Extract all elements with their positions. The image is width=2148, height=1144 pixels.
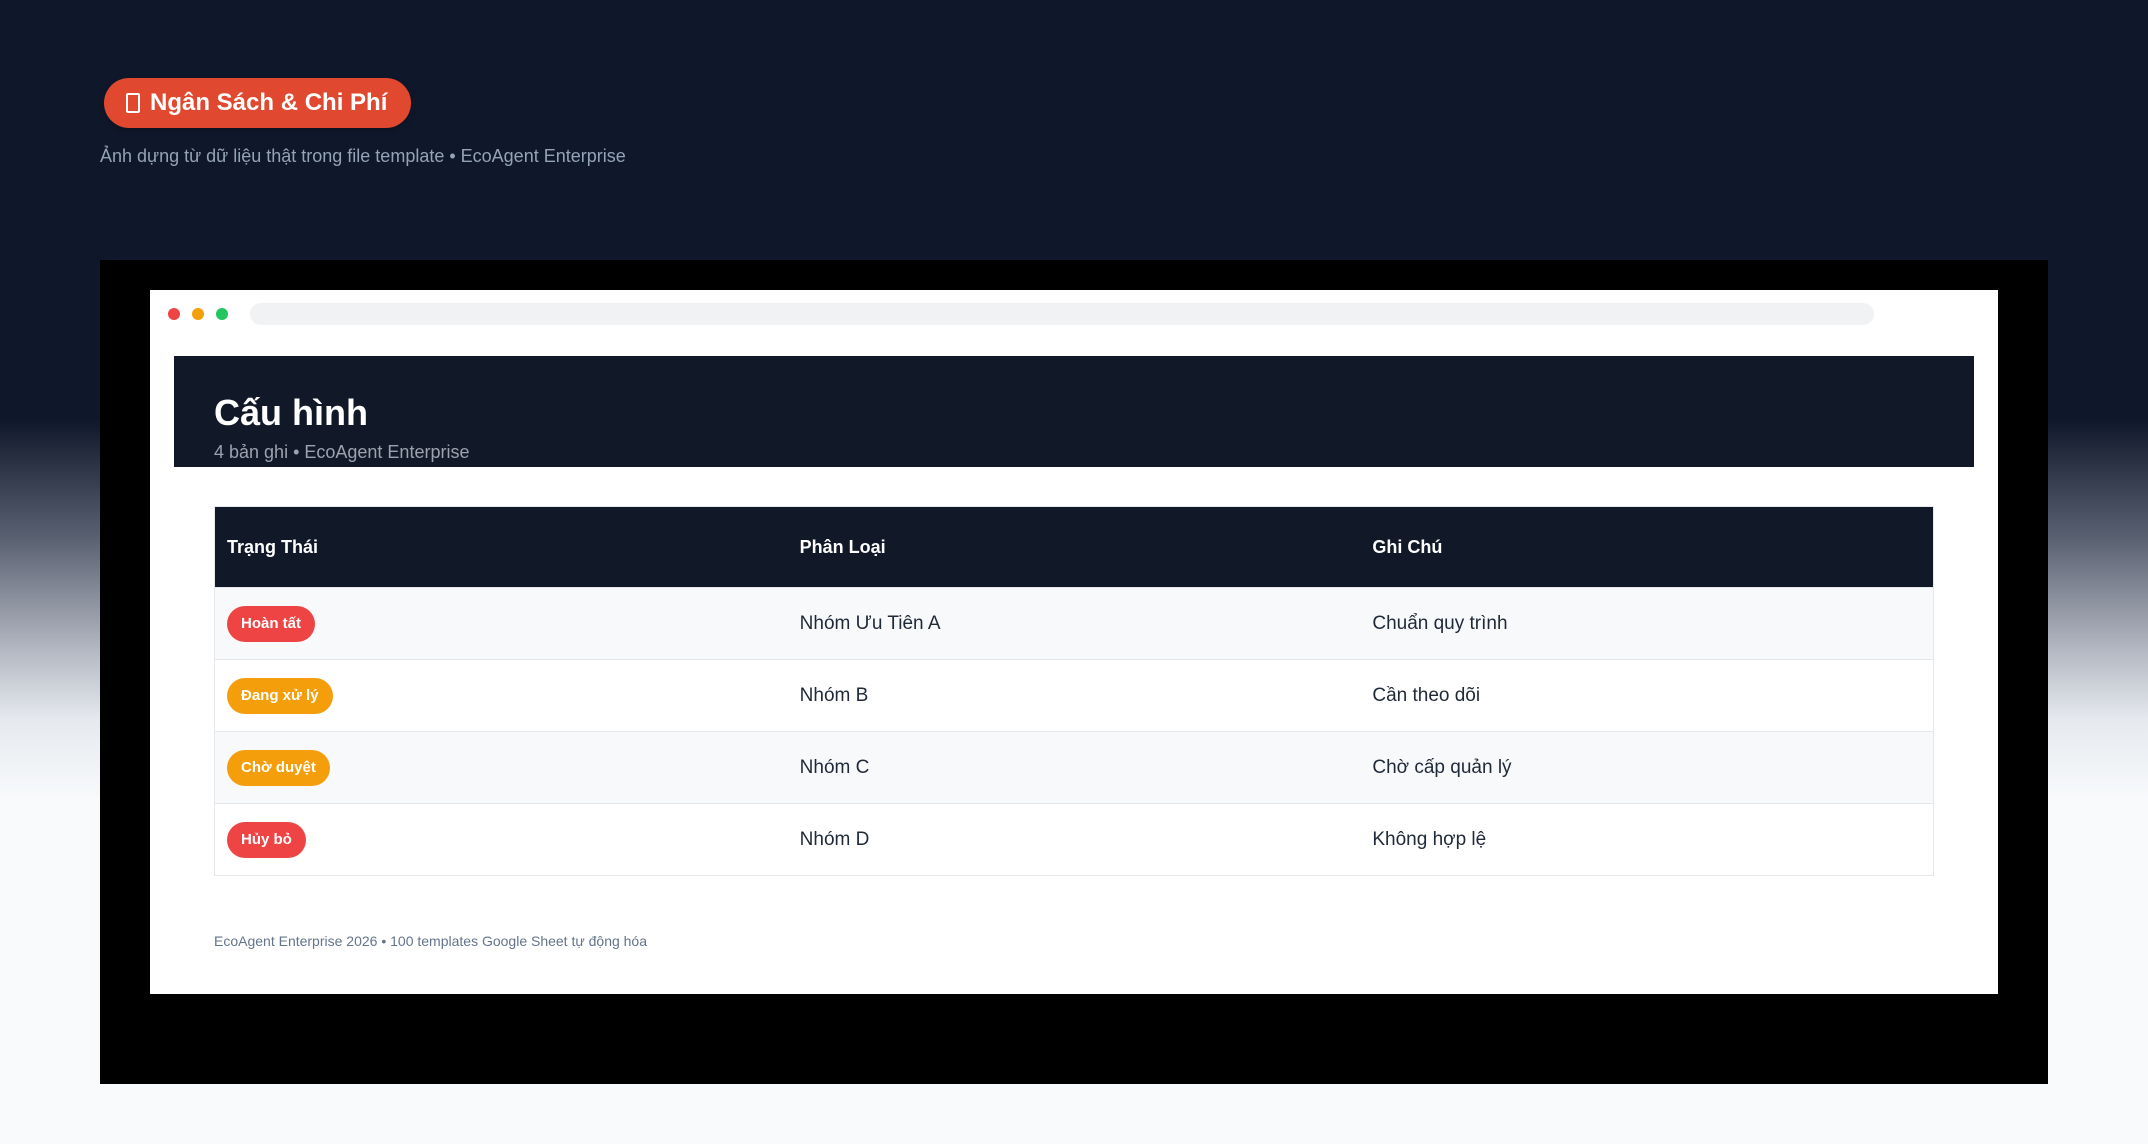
document-icon	[126, 93, 140, 113]
note-cell: Chuẩn quy trình	[1372, 612, 1508, 634]
sheet-title: Cấu hình	[214, 392, 368, 433]
data-table: Trạng Thái Phân Loại Ghi Chú Hoàn tất Nh…	[214, 506, 1934, 876]
window-titlebar	[150, 290, 1998, 336]
column-header-status[interactable]: Trạng Thái	[215, 507, 788, 587]
note-cell: Cần theo dõi	[1372, 684, 1481, 706]
table-row[interactable]: Hủy bỏ Nhóm D Không hợp lệ	[215, 803, 1933, 875]
browser-window: Cấu hình 4 bản ghi • EcoAgent Enterprise…	[150, 290, 1998, 994]
category-badge-label: Ngân Sách & Chi Phí	[150, 89, 388, 116]
category-badge: Ngân Sách & Chi Phí	[104, 78, 412, 128]
close-dot-icon[interactable]	[168, 308, 180, 320]
page-subtitle: Ảnh dựng từ dữ liệu thật trong file temp…	[100, 146, 626, 166]
maximize-dot-icon[interactable]	[216, 308, 228, 320]
status-cell: Hoàn tất	[215, 605, 788, 642]
sheet-footer: EcoAgent Enterprise 2026 • 100 templates…	[214, 933, 648, 949]
category-cell: Nhóm B	[799, 684, 869, 706]
status-badge: Đang xử lý	[227, 677, 333, 714]
category-cell: Nhóm D	[799, 828, 870, 850]
status-badge: Hoàn tất	[227, 605, 315, 642]
sheet-header: Cấu hình 4 bản ghi • EcoAgent Enterprise	[174, 356, 1974, 467]
category-cell: Nhóm C	[799, 756, 870, 778]
status-cell: Đang xử lý	[215, 677, 788, 714]
status-badge: Hủy bỏ	[227, 821, 306, 858]
status-badge: Chờ duyệt	[227, 749, 330, 786]
column-header-category[interactable]: Phân Loại	[788, 507, 1361, 587]
column-header-note[interactable]: Ghi Chú	[1360, 507, 1933, 587]
note-cell: Không hợp lệ	[1372, 828, 1487, 850]
note-cell: Chờ cấp quản lý	[1372, 756, 1512, 778]
sheet-subtitle: 4 bản ghi • EcoAgent Enterprise	[214, 442, 470, 462]
status-cell: Chờ duyệt	[215, 749, 788, 786]
address-bar[interactable]	[250, 303, 1874, 325]
table-row[interactable]: Đang xử lý Nhóm B Cần theo dõi	[215, 659, 1933, 731]
status-cell: Hủy bỏ	[215, 821, 788, 858]
table-row[interactable]: Hoàn tất Nhóm Ưu Tiên A Chuẩn quy trình	[215, 587, 1933, 659]
table-header: Trạng Thái Phân Loại Ghi Chú	[215, 507, 1933, 587]
table-row[interactable]: Chờ duyệt Nhóm C Chờ cấp quản lý	[215, 731, 1933, 803]
category-cell: Nhóm Ưu Tiên A	[799, 612, 941, 634]
minimize-dot-icon[interactable]	[192, 308, 204, 320]
